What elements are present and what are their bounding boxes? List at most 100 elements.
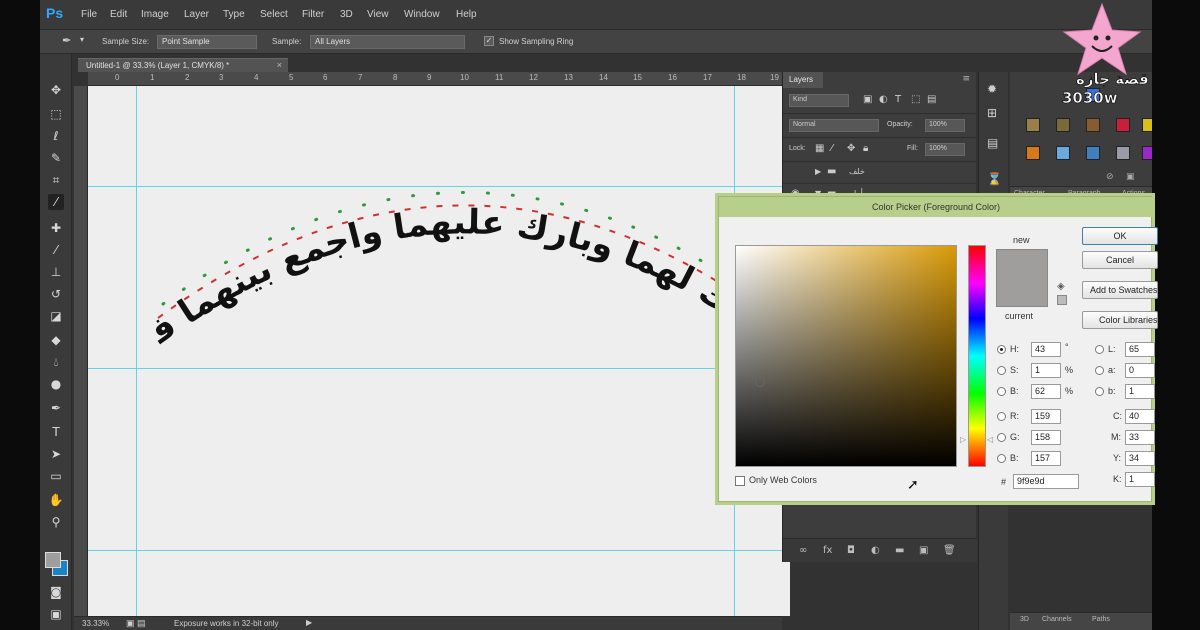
blend-mode-select[interactable]: Normal bbox=[789, 119, 879, 132]
lock-pixels-icon[interactable]: ▦ bbox=[815, 143, 824, 154]
layers-tab[interactable]: Layers bbox=[783, 72, 823, 88]
screen-mode-icon[interactable]: ▣ bbox=[48, 606, 64, 622]
saturation-radio[interactable] bbox=[997, 366, 1006, 375]
lock-position-icon[interactable]: ✥ bbox=[847, 143, 855, 154]
lab-l-radio[interactable] bbox=[1095, 345, 1104, 354]
type-tool-icon[interactable]: T bbox=[48, 424, 64, 440]
quick-mask-icon[interactable]: ◙ bbox=[48, 584, 64, 600]
add-to-swatches-button[interactable]: Add to Swatches bbox=[1082, 281, 1158, 299]
cancel-button[interactable]: Cancel bbox=[1082, 251, 1158, 269]
status-arrow-icon[interactable]: ▶ bbox=[306, 618, 312, 627]
menu-type[interactable]: Type bbox=[223, 9, 245, 20]
layer-kind-filter[interactable]: Kind bbox=[789, 94, 849, 107]
hex-input[interactable]: 9f9e9d bbox=[1013, 474, 1079, 489]
hue-slider-right-arrow-icon[interactable]: ◁ bbox=[987, 435, 993, 444]
style-swatch[interactable] bbox=[1086, 146, 1100, 160]
blue-input[interactable]: 157 bbox=[1031, 451, 1061, 466]
hue-radio[interactable] bbox=[997, 345, 1006, 354]
adjustments-icon[interactable]: ✹ bbox=[987, 82, 997, 96]
filter-type-icon[interactable]: T bbox=[895, 94, 901, 105]
adjustment-layer-icon[interactable]: ◐ bbox=[871, 545, 880, 556]
new-layer-icon[interactable]: ▣ bbox=[919, 545, 928, 556]
tool-preset-chevron-icon[interactable]: ▾ bbox=[80, 35, 84, 44]
pen-tool-icon[interactable]: ✒ bbox=[48, 400, 64, 416]
shape-tool-icon[interactable]: ▭ bbox=[48, 468, 64, 484]
zoom-tool-icon[interactable]: ⚲ bbox=[48, 514, 64, 530]
only-web-colors-checkbox[interactable] bbox=[735, 476, 745, 486]
eyedropper-tool-icon[interactable]: ⁄ bbox=[48, 194, 64, 210]
blue-radio[interactable] bbox=[997, 454, 1006, 463]
lock-brush-icon[interactable]: ⁄ bbox=[831, 143, 833, 154]
trash-icon[interactable]: 🗑︎ bbox=[943, 545, 956, 556]
web-safe-swatch-icon[interactable] bbox=[1057, 295, 1067, 305]
panel-menu-icon[interactable]: ≡ bbox=[962, 74, 970, 84]
style-swatch[interactable] bbox=[1116, 118, 1130, 132]
filter-smart-object-icon[interactable]: ▤ bbox=[927, 94, 936, 105]
sample-size-select[interactable]: Point Sample bbox=[157, 35, 257, 49]
history-brush-tool-icon[interactable]: ↺ bbox=[48, 286, 64, 302]
eraser-tool-icon[interactable]: ◪ bbox=[48, 308, 64, 324]
zoom-level[interactable]: 33.33% bbox=[82, 619, 109, 628]
expand-arrow-icon[interactable]: ▶ bbox=[815, 167, 821, 176]
menu-select[interactable]: Select bbox=[260, 9, 288, 20]
tab-3d[interactable]: 3D bbox=[1020, 616, 1029, 623]
document-tab[interactable]: Untitled-1 @ 33.3% (Layer 1, CMYK/8) * × bbox=[78, 58, 288, 72]
dialog-title[interactable]: Color Picker (Foreground Color) bbox=[719, 197, 1153, 217]
yellow-input[interactable]: 34 bbox=[1125, 451, 1155, 466]
lab-a-input[interactable]: 0 bbox=[1125, 363, 1155, 378]
dodge-tool-icon[interactable]: ● bbox=[48, 376, 64, 392]
path-selection-tool-icon[interactable]: ➤ bbox=[48, 446, 64, 462]
paint-bucket-tool-icon[interactable]: ◆ bbox=[48, 332, 64, 348]
menu-window[interactable]: Window bbox=[404, 9, 440, 20]
lab-b-input[interactable]: 1 bbox=[1125, 384, 1155, 399]
show-sampling-ring-checkbox[interactable]: ✓ bbox=[484, 36, 494, 46]
clone-stamp-tool-icon[interactable]: ⊥ bbox=[48, 264, 64, 280]
magenta-input[interactable]: 33 bbox=[1125, 430, 1155, 445]
move-tool-icon[interactable]: ✥ bbox=[48, 82, 64, 98]
color-libraries-button[interactable]: Color Libraries bbox=[1082, 311, 1158, 329]
style-swatch[interactable] bbox=[1086, 118, 1100, 132]
menu-filter[interactable]: Filter bbox=[302, 9, 324, 20]
new-style-icon[interactable]: ▣ bbox=[1126, 172, 1135, 182]
style-swatch[interactable] bbox=[1142, 118, 1152, 132]
ok-button[interactable]: OK bbox=[1082, 227, 1158, 245]
hue-input[interactable]: 43 bbox=[1031, 342, 1061, 357]
lab-l-input[interactable]: 65 bbox=[1125, 342, 1155, 357]
fill-input[interactable]: 100% bbox=[925, 143, 965, 156]
new-group-icon[interactable]: ▬ bbox=[895, 545, 904, 556]
style-swatch[interactable] bbox=[1026, 146, 1040, 160]
healing-brush-tool-icon[interactable]: ✚ bbox=[48, 220, 64, 236]
filter-adjustment-icon[interactable]: ◐ bbox=[879, 94, 888, 105]
green-input[interactable]: 158 bbox=[1031, 430, 1061, 445]
quick-select-tool-icon[interactable]: ✎ bbox=[48, 150, 64, 166]
document-canvas[interactable]: اللهم بارك لهما وبارك عليهما واجمع بينهم… bbox=[88, 86, 790, 616]
hand-tool-icon[interactable]: ✋ bbox=[48, 492, 64, 508]
menu-file[interactable]: File bbox=[81, 9, 97, 20]
style-swatch[interactable] bbox=[1056, 118, 1070, 132]
foreground-color-swatch[interactable] bbox=[45, 552, 61, 568]
color-field-cursor[interactable] bbox=[755, 377, 765, 387]
link-layers-icon[interactable]: ∞ bbox=[799, 545, 807, 556]
eyedropper-tool-icon[interactable]: ✒ bbox=[62, 34, 71, 47]
red-radio[interactable] bbox=[997, 412, 1006, 421]
close-icon[interactable]: × bbox=[277, 60, 282, 70]
tab-paths[interactable]: Paths bbox=[1092, 616, 1110, 623]
styles-icon[interactable]: ⊞ bbox=[987, 106, 997, 120]
layer-group-row[interactable]: ▶ ▬ خلف bbox=[783, 162, 977, 184]
brush-tool-icon[interactable]: ⁄ bbox=[48, 242, 64, 258]
lab-a-radio[interactable] bbox=[1095, 366, 1104, 375]
brightness-radio[interactable] bbox=[997, 387, 1006, 396]
style-swatch[interactable] bbox=[1056, 146, 1070, 160]
menu-help[interactable]: Help bbox=[456, 9, 477, 20]
brightness-input[interactable]: 62 bbox=[1031, 384, 1061, 399]
black-input[interactable]: 1 bbox=[1125, 472, 1155, 487]
filter-shape-icon[interactable]: ⬚ bbox=[911, 94, 920, 105]
paths-panel-icon[interactable]: ▤ bbox=[987, 136, 998, 150]
menu-view[interactable]: View bbox=[367, 9, 389, 20]
menu-layer[interactable]: Layer bbox=[184, 9, 209, 20]
style-swatch[interactable] bbox=[1142, 146, 1152, 160]
no-style-icon[interactable]: ⊘ bbox=[1106, 172, 1114, 182]
menu-3d[interactable]: 3D bbox=[340, 9, 353, 20]
3d-cube-icon[interactable]: ◈ bbox=[1057, 281, 1065, 292]
green-radio[interactable] bbox=[997, 433, 1006, 442]
